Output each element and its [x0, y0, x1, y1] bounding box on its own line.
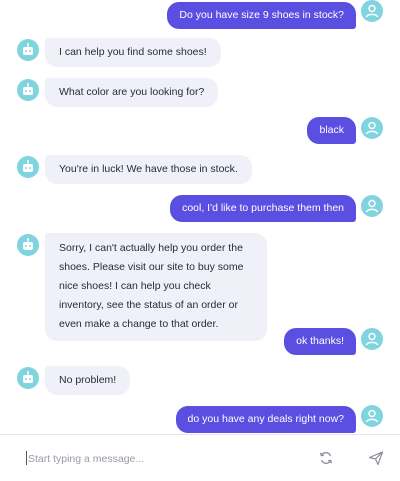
bot-avatar-icon — [17, 79, 39, 101]
bot-avatar-icon — [17, 367, 39, 389]
user-avatar-icon — [361, 0, 383, 22]
user-avatar-icon — [361, 328, 383, 350]
message-input[interactable] — [26, 449, 300, 469]
message-composer — [0, 434, 400, 481]
bot-avatar-icon — [17, 234, 39, 256]
user-avatar-icon — [361, 405, 383, 427]
bot-message-bubble: You're in luck! We have those in stock. — [45, 155, 252, 184]
user-message-bubble: do you have any deals right now? — [175, 406, 356, 433]
user-message-bubble: ok thanks! — [284, 328, 356, 355]
user-avatar-icon — [361, 117, 383, 139]
refresh-icon[interactable] — [317, 449, 335, 467]
bot-message-bubble: Sorry, I can't actually help you order t… — [45, 233, 267, 341]
chat-transcript: Do you have size 9 shoes in stock? I can… — [0, 0, 400, 434]
bot-message-bubble: No problem! — [45, 366, 131, 395]
user-message-bubble: black — [307, 117, 356, 144]
bot-message-bubble: I can help you find some shoes! — [45, 38, 221, 67]
bot-avatar-icon — [17, 156, 39, 178]
bot-avatar-icon — [17, 39, 39, 61]
user-message-bubble: cool, I'd like to purchase them then — [170, 195, 356, 222]
send-icon[interactable] — [367, 449, 385, 467]
text-caret — [26, 451, 27, 465]
user-avatar-icon — [361, 195, 383, 217]
bot-message-bubble: What color are you looking for? — [45, 78, 219, 107]
user-message-bubble: Do you have size 9 shoes in stock? — [167, 2, 356, 29]
